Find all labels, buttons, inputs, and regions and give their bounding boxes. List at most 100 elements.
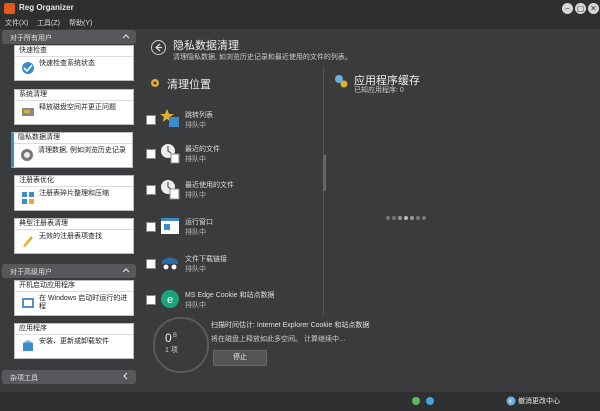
card-header: 典型注册表清理 <box>15 219 133 230</box>
list-item[interactable]: 运行窗口 排队中 <box>146 215 316 245</box>
item-name: 运行窗口 <box>185 219 213 226</box>
status-icon[interactable] <box>412 397 420 405</box>
card-text: 快速检查系统状态 <box>39 60 95 67</box>
gauge-unit: B <box>173 333 178 339</box>
card-text: 在 Windows 启动时运行的进程 <box>39 295 128 310</box>
status-icon[interactable] <box>426 397 434 405</box>
item-status: 排队中 <box>185 229 206 236</box>
section-label: 杂项工具 <box>10 375 38 382</box>
list-item[interactable]: e MS Edge Cookie 和站点数据 排队中 <box>146 288 316 318</box>
card-header: 快速检查 <box>15 46 133 57</box>
card-system-cleanup[interactable]: 系统清理 释放磁盘空间并更正问题 <box>14 89 134 125</box>
card-registry-optimize[interactable]: 注册表优化 注册表碎片整理和压缩 <box>14 175 134 211</box>
card-registry-cleanup[interactable]: 典型注册表清理 无效的注册表项查找 <box>14 218 134 254</box>
title-bar: Reg Organizer – ▢ ✕ <box>0 0 600 17</box>
location-icon <box>151 79 159 87</box>
clock-docs-icon <box>161 180 180 200</box>
check-icon <box>22 62 34 74</box>
disk-icon <box>22 108 34 116</box>
undo-center-button[interactable]: 撤消更改中心 <box>506 395 586 407</box>
item-status: 排队中 <box>185 122 206 129</box>
box-icon <box>23 340 33 351</box>
section-label: 对于高级用户 <box>10 269 52 276</box>
item-status: 排队中 <box>185 156 206 163</box>
loading-dot <box>404 216 408 220</box>
list-item[interactable]: 最近的文件 排队中 <box>146 142 316 172</box>
startup-icon <box>22 298 34 308</box>
item-checkbox[interactable] <box>146 149 156 159</box>
registry-icon <box>22 192 34 204</box>
card-header: 系统清理 <box>15 90 133 101</box>
list-item[interactable]: 最近使用的文件 排队中 <box>146 178 316 208</box>
card-header: 开机启动应用程序 <box>15 281 133 292</box>
page-subtitle: 清理隐私数据, 如浏览历史记录和最近使用的文件的列表。 <box>173 54 352 61</box>
gauge-value: 0 <box>165 331 172 345</box>
panel-divider <box>323 67 324 315</box>
edge-icon: e <box>161 290 179 308</box>
card-header: 隐私数据清理 <box>14 133 132 144</box>
item-status: 排队中 <box>185 266 206 273</box>
item-checkbox[interactable] <box>146 222 156 232</box>
undo-icon <box>506 396 516 406</box>
loading-dot <box>386 216 390 220</box>
loading-dot <box>416 216 420 220</box>
back-arrow-icon <box>155 43 162 52</box>
undo-center-label: 撤消更改中心 <box>518 398 560 405</box>
minimize-button[interactable]: – <box>562 3 573 14</box>
privacy-icon <box>21 149 33 161</box>
menu-help[interactable]: 帮助(Y) <box>69 18 92 28</box>
stop-button[interactable]: 停止 <box>213 350 267 366</box>
loading-dot <box>392 216 396 220</box>
scrollbar[interactable] <box>323 155 326 191</box>
section-label: 对于所有用户 <box>10 35 52 42</box>
window-title: Reg Organizer <box>19 3 74 12</box>
item-name: MS Edge Cookie 和站点数据 <box>185 292 275 299</box>
loading-dot <box>422 216 426 220</box>
card-privacy-cleanup[interactable]: 隐私数据清理 清理数据, 例如浏览历史记录 <box>11 132 133 168</box>
scan-progress-area: 0 B 1 项 扫描时间估计: Internet Explorer Cookie… <box>143 317 600 392</box>
item-name: 文件下载链接 <box>185 256 227 263</box>
item-checkbox[interactable] <box>146 295 156 305</box>
item-name: 最近使用的文件 <box>185 182 234 189</box>
space-gauge <box>153 317 209 373</box>
loading-indicator <box>386 213 428 222</box>
section-all-users[interactable]: 对于所有用户 <box>2 30 136 44</box>
close-button[interactable]: ✕ <box>588 3 599 14</box>
chevron-left-icon <box>123 372 128 380</box>
card-applications[interactable]: 应用程序 安装、更新或卸载软件 <box>14 323 134 359</box>
item-status: 排队中 <box>185 192 206 199</box>
card-header: 注册表优化 <box>15 176 133 187</box>
download-spy-icon <box>162 257 178 271</box>
sidebar: 对于所有用户 快速检查 快速检查系统状态 系统清理 释放磁盘空间并更正问题 隐私… <box>0 29 142 392</box>
menu-bar: 文件(X) 工具(Z) 帮助(Y) <box>0 17 600 29</box>
card-quick-check[interactable]: 快速检查 快速检查系统状态 <box>14 45 134 81</box>
card-text: 无效的注册表项查找 <box>39 233 102 240</box>
card-header: 应用程序 <box>15 324 133 335</box>
main-panel: 隐私数据清理 清理隐私数据, 如浏览历史记录和最近使用的文件的列表。 清理位置 … <box>143 29 600 392</box>
section-advanced-users[interactable]: 对于高级用户 <box>2 264 136 278</box>
card-text: 清理数据, 例如浏览历史记录 <box>38 147 126 154</box>
known-apps-count: 已知应用程序: 0 <box>354 87 404 94</box>
loading-dot <box>410 216 414 220</box>
section-misc-tools[interactable]: 杂项工具 <box>2 370 136 384</box>
item-status: 排队中 <box>185 302 206 309</box>
item-checkbox[interactable] <box>146 185 156 195</box>
run-window-icon <box>161 218 179 234</box>
list-item[interactable]: 文件下载链接 排队中 <box>146 252 316 282</box>
back-button[interactable] <box>151 40 166 55</box>
menu-tools[interactable]: 工具(Z) <box>37 18 60 28</box>
menu-file[interactable]: 文件(X) <box>5 18 28 28</box>
item-checkbox[interactable] <box>146 259 156 269</box>
item-checkbox[interactable] <box>146 115 156 125</box>
star-list-icon <box>160 109 179 127</box>
chevron-up-icon <box>122 34 130 39</box>
loading-dot <box>398 216 402 220</box>
list-item[interactable]: 跳转列表 排队中 <box>146 108 316 138</box>
maximize-button[interactable]: ▢ <box>575 3 586 14</box>
broom-icon <box>23 236 33 247</box>
page-title: 隐私数据清理 <box>173 40 239 52</box>
card-text: 注册表碎片整理和压缩 <box>39 190 109 197</box>
card-startup-apps[interactable]: 开机启动应用程序 在 Windows 启动时运行的进程 <box>14 280 134 316</box>
item-name: 跳转列表 <box>185 112 213 119</box>
locations-title: 清理位置 <box>167 79 211 91</box>
